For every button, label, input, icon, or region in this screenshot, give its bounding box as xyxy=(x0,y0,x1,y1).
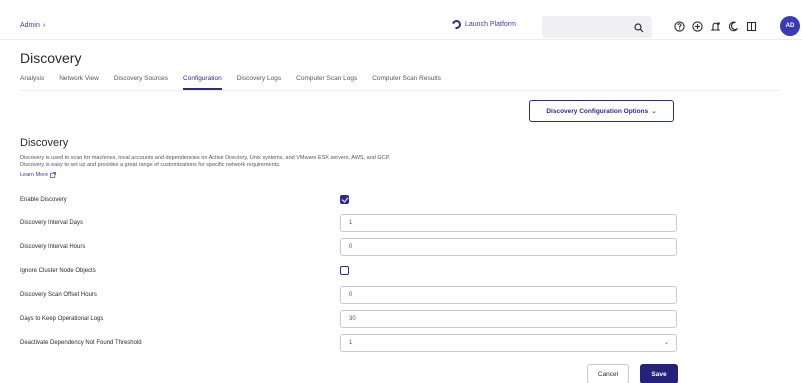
search-icon[interactable] xyxy=(634,20,644,38)
add-circle-icon[interactable] xyxy=(690,19,704,33)
keep-logs-input[interactable]: 30 xyxy=(340,310,677,328)
avatar[interactable]: AD xyxy=(780,16,800,36)
launch-platform-link[interactable]: Launch Platform xyxy=(450,18,516,31)
tab-divider xyxy=(20,90,780,91)
panel-icon[interactable] xyxy=(744,19,758,33)
section-title: Discovery xyxy=(20,137,69,149)
interval-days-input[interactable]: 1 xyxy=(340,214,677,232)
help-icon[interactable] xyxy=(672,19,686,33)
keep-logs-label: Days to Keep Operational Logs xyxy=(20,316,104,322)
page-title: Discovery xyxy=(20,50,82,66)
description-line-2: Discovery is easy to set up and provides… xyxy=(20,162,281,168)
enable-discovery-label: Enable Discovery xyxy=(20,197,67,203)
section-description: Discovery is used to scan for machines, … xyxy=(20,155,580,169)
save-button[interactable]: Save xyxy=(640,364,678,383)
top-bar: Admin › Launch Platform AD xyxy=(0,0,802,40)
interval-hours-input[interactable]: 0 xyxy=(340,238,677,256)
discovery-configuration-options-button[interactable]: Discovery Configuration Options ⌄ xyxy=(529,100,674,122)
description-line-1: Discovery is used to scan for machines, … xyxy=(20,155,391,161)
learn-more-link[interactable]: Learn More xyxy=(20,172,56,178)
interval-hours-label: Discovery Interval Hours xyxy=(20,244,86,250)
scan-offset-input[interactable]: 0 xyxy=(340,286,677,304)
ignore-cluster-label: Ignore Cluster Node Objects xyxy=(20,268,96,274)
cancel-button[interactable]: Cancel xyxy=(587,364,629,383)
deactivate-threshold-select[interactable]: 1 ⌄ xyxy=(340,334,677,352)
bell-icon[interactable] xyxy=(708,19,722,33)
breadcrumb-admin[interactable]: Admin xyxy=(20,22,40,29)
chevron-down-icon: ⌄ xyxy=(651,108,657,115)
platform-logo-icon xyxy=(450,18,463,31)
deactivate-threshold-label: Deactivate Dependency Not Found Threshol… xyxy=(20,340,142,346)
deactivate-threshold-value: 1 xyxy=(349,340,353,346)
theme-toggle-icon[interactable] xyxy=(726,19,740,33)
chevron-down-icon: ⌄ xyxy=(663,340,669,346)
learn-more-label: Learn More xyxy=(20,172,49,178)
interval-days-label: Discovery Interval Days xyxy=(20,220,84,226)
page: Admin › Launch Platform AD Discovery Ana… xyxy=(0,0,802,383)
enable-discovery-checkbox[interactable] xyxy=(340,195,349,204)
ignore-cluster-checkbox[interactable] xyxy=(340,266,349,275)
launch-platform-label: Launch Platform xyxy=(465,21,516,28)
external-link-icon xyxy=(50,172,56,178)
scan-offset-label: Discovery Scan Offset Hours xyxy=(20,292,97,298)
chevron-right-icon: › xyxy=(42,22,46,29)
search-input[interactable] xyxy=(542,16,652,38)
breadcrumb[interactable]: Admin › xyxy=(20,22,45,29)
options-button-label: Discovery Configuration Options xyxy=(546,107,649,115)
